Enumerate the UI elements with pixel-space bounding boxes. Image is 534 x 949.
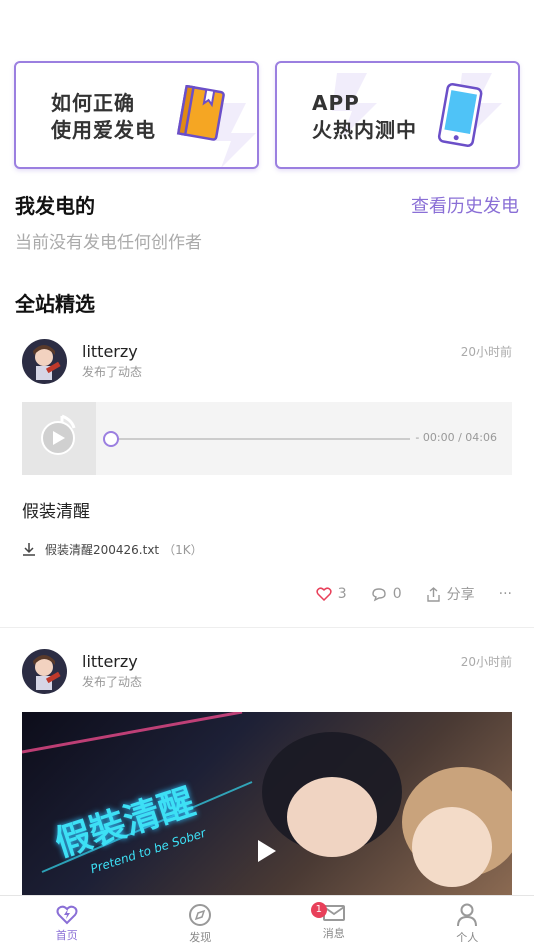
post-header: litterzy 发布了动态 20小时前 (22, 339, 512, 385)
avatar-image (33, 345, 61, 380)
my-support-title: 我发电的 (15, 194, 95, 218)
tab-label: 个人 (456, 931, 479, 944)
banner-app-beta-text: APP 火热内测中 (312, 90, 417, 144)
empty-support-text: 当前没有发电任何创作者 (15, 233, 202, 253)
tab-profile[interactable]: 个人 (401, 896, 534, 949)
username[interactable]: litterzy (82, 652, 138, 671)
post-time: 20小时前 (460, 655, 512, 669)
banner-how-to-use[interactable]: 如何正确 使用爱发电 (14, 61, 259, 169)
post-divider (0, 627, 534, 628)
history-link[interactable]: 查看历史发电 (411, 192, 519, 218)
banner-line-1: 如何正确 (51, 91, 135, 115)
book-icon (176, 85, 225, 141)
home-lightning-icon (56, 905, 78, 925)
audio-time: - 00:00 / 04:06 (415, 431, 497, 444)
banner-line-2: 火热内测中 (312, 118, 417, 142)
more-icon: ··· (498, 586, 512, 602)
tab-label: 首页 (55, 929, 78, 942)
tab-home[interactable]: 首页 (0, 896, 134, 949)
bottom-tab-bar: 首页 发现 1 消息 个人 (0, 895, 534, 949)
tab-discover[interactable]: 发现 (134, 896, 268, 949)
audio-progress-knob[interactable] (103, 431, 119, 447)
post-action: 发布了动态 (82, 675, 143, 689)
post-actions: 3 0 分享 ··· (292, 583, 512, 605)
tab-label: 消息 (322, 927, 345, 940)
audio-player: - 00:00 / 04:06 (22, 402, 512, 475)
video-thumbnail[interactable]: 假裝清醒 Pretend to be Sober (22, 712, 512, 896)
tab-label: 发现 (189, 931, 212, 944)
download-icon (23, 543, 35, 556)
share-button[interactable]: 分享 (426, 584, 475, 604)
message-badge: 1 (310, 902, 327, 918)
avatar-image (33, 655, 61, 690)
phone-icon (437, 83, 483, 147)
share-label: 分享 (446, 587, 475, 603)
banner-line-1: APP (312, 91, 360, 115)
more-button[interactable]: ··· (499, 586, 512, 602)
attachment[interactable]: 假装清醒200426.txt （1K） (22, 540, 203, 558)
comment-icon (372, 587, 386, 601)
post-time: 20小时前 (460, 345, 512, 359)
heart-icon (316, 587, 332, 601)
comment-count: 0 (392, 586, 402, 602)
featured-title: 全站精选 (15, 292, 95, 316)
attachment-size: （1K） (163, 542, 203, 557)
post-text: 假装清醒 (22, 502, 90, 522)
avatar[interactable] (22, 649, 67, 694)
attachment-name: 假装清醒200426.txt (45, 542, 160, 557)
banner-how-to-use-text: 如何正确 使用爱发电 (51, 90, 156, 144)
compass-icon (189, 904, 212, 926)
like-count: 3 (337, 586, 347, 602)
music-note-icon (41, 414, 76, 455)
post-action: 发布了动态 (82, 365, 143, 379)
person-icon (457, 903, 478, 927)
banner-row: 如何正确 使用爱发电 APP 火热内测中 (14, 61, 520, 169)
audio-progress-track[interactable] (112, 438, 410, 440)
like-button[interactable]: 3 (316, 586, 347, 602)
post-header: litterzy 发布了动态 20小时前 (22, 649, 512, 695)
share-icon (426, 586, 440, 602)
play-icon[interactable] (258, 840, 276, 862)
avatar[interactable] (22, 339, 67, 384)
banner-line-2: 使用爱发电 (51, 118, 156, 142)
tab-messages[interactable]: 1 消息 (267, 896, 401, 949)
banner-app-beta[interactable]: APP 火热内测中 (275, 61, 520, 169)
comment-button[interactable]: 0 (371, 586, 402, 602)
username[interactable]: litterzy (82, 342, 138, 361)
audio-cover (22, 402, 96, 475)
